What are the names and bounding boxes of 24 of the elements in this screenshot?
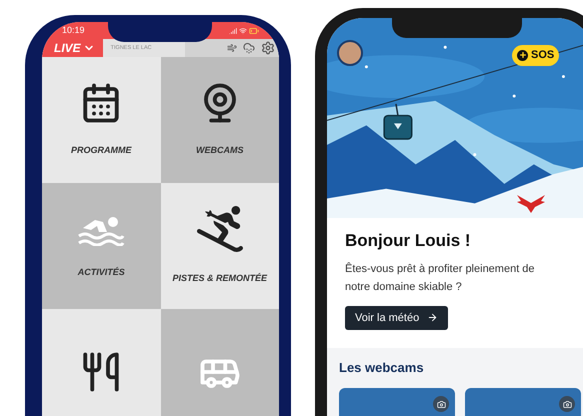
logo-icon [517,193,545,213]
status-time: 10:19 [62,24,85,37]
live-dropdown[interactable]: LIVE [42,39,103,57]
camera-icon [433,396,449,412]
signal-icon [229,26,237,34]
tile-label: WEBCAMS [196,144,244,158]
wifi-icon [239,26,247,34]
weather-button[interactable]: Voir la météo [345,306,448,330]
settings-icon[interactable] [261,41,275,55]
menu-tile[interactable] [160,309,279,416]
sos-button[interactable]: SOS [512,45,560,66]
battery-icon [249,26,259,36]
welcome-message: Êtes-vous prêt à profiter pleinement de notre domaine skiable ? [345,261,536,294]
menu-tile[interactable]: WEBCAMS [160,57,279,183]
menu-tile[interactable]: ACTIVITÉS [42,183,160,309]
section-title: Les webcams [339,360,424,375]
camera-icon [559,396,575,412]
skier-icon [196,206,243,252]
greeting-title: Bonjour Louis ! [345,230,471,252]
tile-label: PROGRAMME [71,144,132,158]
wind-icon [227,43,237,53]
arrow-right-icon [427,312,438,324]
tile-label: PISTES & REMONTÉE [172,272,267,286]
tile-label: ACTIVITÉS [78,266,125,280]
